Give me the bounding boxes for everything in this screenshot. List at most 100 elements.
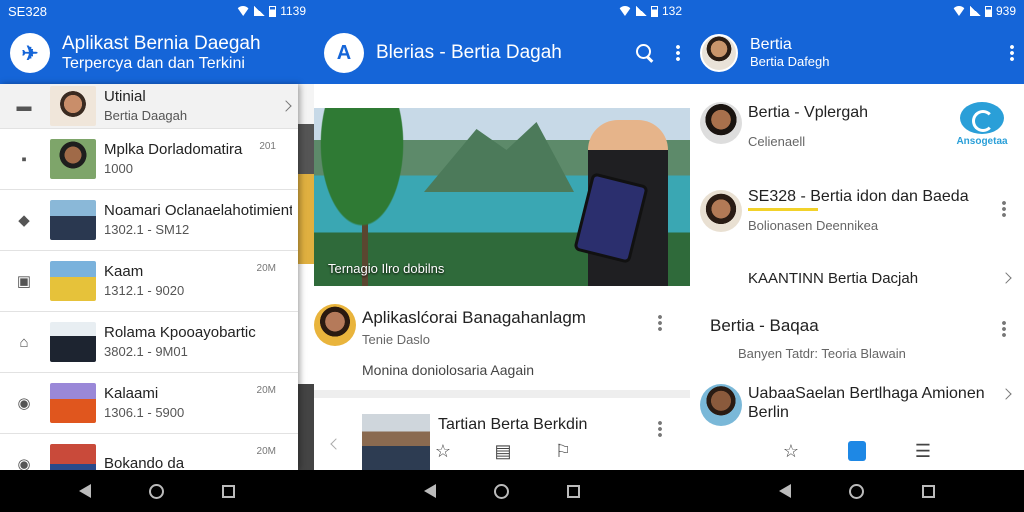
thumbnail <box>50 322 96 362</box>
item-title: Bertia - Baqaa <box>710 316 819 335</box>
brand-badge[interactable]: Ansogetaa <box>954 102 1010 147</box>
signal-icon <box>635 6 647 16</box>
clock: 939 <box>995 4 1016 18</box>
chat-bubble-icon <box>960 102 1004 134</box>
app-subtitle: Bertia Dafegh <box>750 53 830 69</box>
list-item[interactable]: Bertia - Vplergah Celienaell Ansogetaa <box>690 84 1024 168</box>
menu-icon: ▬ <box>16 97 32 115</box>
screenshot: SE328 1139 ✈ Aplikast Bernia Daegah Terp… <box>0 0 1024 512</box>
avatar <box>700 190 742 232</box>
thumbnail <box>50 261 96 301</box>
list-item[interactable]: ▣ Kaam 1312.1 - 9020 20M <box>0 251 298 312</box>
article-description: Monina doniolosaria Aagain <box>362 362 535 378</box>
item-subtitle: Bertia Daagah <box>104 108 188 124</box>
item-subtitle: 1302.1 - SM12 <box>104 222 190 238</box>
list-item[interactable]: SE328 - Bertia idon dan Baeda Bolionasen… <box>690 180 1024 250</box>
clock: 1139 <box>280 4 306 18</box>
avatar <box>314 304 356 346</box>
app-subtitle: Terpercya dan dan Terkini <box>62 54 245 72</box>
item-subtitle: 1306.1 - 5900 <box>104 405 185 421</box>
article-card[interactable]: Aplikaslćorai Banagahanlagm Tenie Daslo … <box>314 286 690 398</box>
article-icon[interactable]: ▤ <box>492 440 514 462</box>
thumbnail <box>50 139 96 179</box>
list-item[interactable]: ◉ Kalaami 1306.1 - 5900 20M <box>0 373 298 434</box>
phone-screen-list: SE328 1139 ✈ Aplikast Bernia Daegah Terp… <box>0 0 314 512</box>
recents-icon[interactable] <box>922 484 935 498</box>
search-icon[interactable] <box>636 44 654 62</box>
status-bar: 939 <box>690 0 1024 22</box>
tablet-icon: ▣ <box>16 273 32 290</box>
app-bar: Bertia Bertia Dafegh <box>690 22 1024 84</box>
profile-avatar[interactable] <box>700 34 738 72</box>
article-title: Aplikaslćorai Banagahanlagm <box>362 308 586 327</box>
flag-icon[interactable]: ⚐ <box>552 440 574 462</box>
system-nav-bar <box>314 470 690 512</box>
list-item[interactable]: ▪ Mplka Dorladomatira 1000 201 <box>0 129 298 190</box>
app-logo-icon[interactable]: ✈ <box>10 33 50 73</box>
back-icon[interactable] <box>424 484 436 498</box>
battery-icon <box>650 5 658 17</box>
thumbnail <box>50 86 96 126</box>
list-icon[interactable]: ☰ <box>912 440 934 462</box>
back-icon[interactable] <box>79 484 91 498</box>
bag-icon[interactable] <box>846 440 868 462</box>
more-options-icon[interactable] <box>658 314 662 332</box>
more-options-icon[interactable] <box>1002 320 1006 338</box>
app-logo-icon[interactable]: A <box>324 33 364 73</box>
app-title: Blerias - Bertia Dagah <box>376 42 562 64</box>
item-title: KAANTINN Bertia Dacjah <box>748 270 919 287</box>
list-item[interactable]: UabaaSaelan Bertlhaga Amionen Berlin <box>690 380 1024 436</box>
recents-icon[interactable] <box>222 484 235 498</box>
more-options-icon[interactable] <box>658 420 662 438</box>
item-meta: 20M <box>256 385 276 396</box>
star-icon[interactable]: ☆ <box>432 440 454 462</box>
signal-icon <box>969 6 981 16</box>
chevron-right-icon <box>1000 272 1012 284</box>
item-title: Noamari Oclanaelahotimient <box>104 202 292 220</box>
camera-icon: ◉ <box>17 395 31 412</box>
hero-image[interactable]: Ternagio Ilro dobilns <box>314 108 690 286</box>
more-options-icon[interactable] <box>676 44 680 62</box>
avatar <box>700 384 742 426</box>
more-options-icon[interactable] <box>1010 44 1014 62</box>
star-icon[interactable]: ☆ <box>780 440 802 462</box>
clock: 132 <box>661 4 682 18</box>
list-item[interactable]: ⌂ Rolama Kpooayobartic 3802.1 - 9M01 <box>0 312 298 373</box>
app-title: Bertia <box>750 36 792 54</box>
item-title: Utinial <box>104 88 146 106</box>
item-subtitle: Celienaell <box>748 134 806 149</box>
article-source: Tenie Daslo <box>362 332 430 347</box>
home-button-icon[interactable] <box>494 483 509 499</box>
more-options-icon[interactable] <box>1002 200 1006 218</box>
item-subtitle: 3802.1 - 9M01 <box>104 344 188 360</box>
list-item[interactable]: KAANTINN Bertia Dacjah <box>690 256 1024 300</box>
wifi-icon <box>617 6 632 16</box>
item-subtitle: Bolionasen Deennikea <box>748 218 879 233</box>
battery-icon <box>269 5 277 17</box>
bottom-toolbar: ☆ ▤ ⚐ <box>432 440 574 462</box>
bottom-navigation: ☆ ☰ <box>780 440 934 462</box>
wifi-icon <box>951 6 966 16</box>
news-list: ▬ Utinial Bertia Daagah ▪ Mplka Dorladom… <box>0 84 298 495</box>
home-button-icon[interactable] <box>849 483 864 499</box>
recents-icon[interactable] <box>567 484 580 498</box>
home-button-icon[interactable] <box>149 483 164 499</box>
wifi-icon <box>236 6 251 16</box>
status-bar: 132 <box>314 0 690 22</box>
list-item[interactable]: ▬ Utinial Bertia Daagah <box>0 84 298 129</box>
badge-icon: ◆ <box>18 212 30 229</box>
thumbnail <box>50 200 96 240</box>
back-icon[interactable] <box>779 484 791 498</box>
item-title: SE328 - Bertia idon dan Baeda <box>748 188 969 205</box>
chevron-left-icon[interactable] <box>330 438 342 450</box>
list-item[interactable]: Bertia - Baqaa Banyen Tatdr: Teoria Blaw… <box>690 306 1024 372</box>
list-item[interactable]: ◆ Noamari Oclanaelahotimient 1302.1 - SM… <box>0 190 298 251</box>
item-title: UabaaSaelan Bertlhaga Amionen Berlin <box>748 385 985 422</box>
thumbnail <box>362 414 430 472</box>
item-meta: 20M <box>256 263 276 274</box>
news-feed: Bertia - Vplergah Celienaell Ansogetaa S… <box>690 84 1024 470</box>
item-title: Bertia - Vplergah <box>748 104 869 121</box>
phone-screen-feed: 939 Bertia Bertia Dafegh Bertia - Vplerg… <box>690 0 1024 512</box>
item-title: Tartian Berta Berkdin <box>438 416 588 433</box>
item-subtitle: 1312.1 - 9020 <box>104 283 185 299</box>
